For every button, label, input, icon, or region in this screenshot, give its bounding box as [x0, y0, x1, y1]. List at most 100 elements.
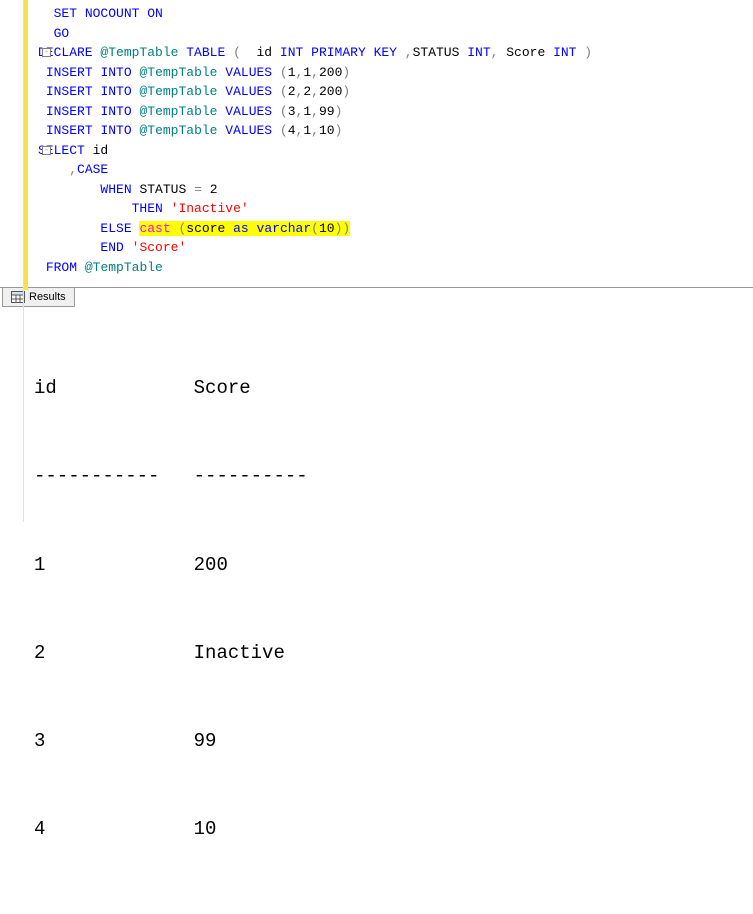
datatype: INT	[467, 45, 490, 60]
number: 2	[210, 182, 218, 197]
collapse-icon[interactable]: -	[42, 48, 51, 57]
results-row: 4 10	[34, 815, 733, 844]
datatype: varchar	[257, 221, 312, 236]
paren: )	[342, 84, 350, 99]
keyword: INSERT	[46, 65, 93, 80]
number: 1	[303, 104, 311, 119]
keyword: CASE	[77, 162, 108, 177]
keyword: ELSE	[100, 221, 131, 236]
number: 2	[288, 84, 296, 99]
paren: )	[335, 123, 343, 138]
code-line[interactable]: -DECLARE @TempTable TABLE ( id INT PRIMA…	[30, 43, 753, 63]
paren: (	[280, 104, 288, 119]
keyword: FROM	[46, 260, 77, 275]
number: 3	[288, 104, 296, 119]
results-panel: Results id Score ----------- ---------- …	[0, 287, 753, 914]
variable: @TempTable	[100, 45, 178, 60]
keyword: INTO	[100, 104, 131, 119]
variable: @TempTable	[85, 260, 163, 275]
variable: @TempTable	[139, 65, 217, 80]
keyword: VALUES	[225, 123, 272, 138]
editor-gutter	[0, 0, 24, 522]
keyword: INSERT	[46, 84, 93, 99]
number: 1	[303, 65, 311, 80]
separator: -----------	[34, 465, 159, 487]
keyword: THEN	[132, 201, 163, 216]
cell-score: 200	[194, 554, 228, 576]
cell-id: 2	[34, 642, 45, 664]
cell-id: 3	[34, 730, 45, 752]
variable: @TempTable	[139, 84, 217, 99]
code-line[interactable]: -SELECT id	[30, 141, 753, 161]
change-indicator	[24, 0, 28, 290]
results-tab-label: Results	[29, 291, 66, 303]
code-line[interactable]: WHEN STATUS = 2	[30, 180, 753, 200]
results-header: id Score	[34, 374, 733, 403]
comma: ,	[69, 162, 77, 177]
code-line[interactable]: INSERT INTO @TempTable VALUES (2,2,200)	[30, 82, 753, 102]
cell-score: 99	[194, 730, 217, 752]
results-row: 2 Inactive	[34, 639, 733, 668]
identifier: STATUS	[139, 182, 186, 197]
keyword: TABLE	[186, 45, 225, 60]
keyword: END	[100, 240, 123, 255]
keyword: as	[233, 221, 249, 236]
identifier: Score	[506, 45, 545, 60]
code-line[interactable]: INSERT INTO @TempTable VALUES (3,1,99)	[30, 102, 753, 122]
function: cast	[139, 221, 170, 236]
code-line[interactable]: INSERT INTO @TempTable VALUES (1,1,200)	[30, 63, 753, 83]
code-line[interactable]: GO	[30, 24, 753, 44]
collapse-icon[interactable]: -	[42, 146, 51, 155]
keyword: SET	[54, 6, 77, 21]
string: 'Inactive'	[171, 201, 249, 216]
keyword: GO	[54, 26, 70, 41]
results-output[interactable]: id Score ----------- ---------- 1 200 2 …	[0, 307, 753, 914]
number: 4	[288, 123, 296, 138]
code-line[interactable]: SET NOCOUNT ON	[30, 4, 753, 24]
keyword: NOCOUNT	[85, 6, 140, 21]
results-row: 3 99	[34, 727, 733, 756]
operator: =	[194, 182, 202, 197]
datatype: INT	[553, 45, 576, 60]
comma: ,	[311, 65, 319, 80]
variable: @TempTable	[139, 104, 217, 119]
datatype: INT	[280, 45, 303, 60]
identifier: STATUS	[413, 45, 460, 60]
col-header-score: Score	[194, 377, 251, 399]
separator: ----------	[194, 465, 308, 487]
paren: (	[233, 45, 241, 60]
code-line[interactable]: INSERT INTO @TempTable VALUES (4,1,10)	[30, 121, 753, 141]
cell-score: 10	[194, 818, 217, 840]
sql-editor[interactable]: SET NOCOUNT ON GO -DECLARE @TempTable TA…	[0, 0, 753, 287]
keyword: INTO	[100, 84, 131, 99]
code-line[interactable]: THEN 'Inactive'	[30, 199, 753, 219]
code-line[interactable]: ELSE cast (score as varchar(10))	[30, 219, 753, 239]
keyword: INTO	[100, 123, 131, 138]
paren: (	[280, 123, 288, 138]
col-header-id: id	[34, 377, 57, 399]
paren: )	[584, 45, 592, 60]
keyword: PRIMARY	[311, 45, 366, 60]
paren: ))	[335, 221, 351, 236]
cell-id: 1	[34, 554, 45, 576]
paren: (	[311, 221, 319, 236]
code-line[interactable]: ,CASE	[30, 160, 753, 180]
cell-id: 4	[34, 818, 45, 840]
cell-score: Inactive	[194, 642, 285, 664]
identifier: id	[257, 45, 273, 60]
keyword: WHEN	[100, 182, 131, 197]
comma: ,	[311, 84, 319, 99]
keyword: INSERT	[46, 104, 93, 119]
paren: )	[342, 65, 350, 80]
number: 200	[319, 84, 342, 99]
code-line[interactable]: END 'Score'	[30, 238, 753, 258]
results-separator: ----------- ----------	[34, 462, 733, 491]
keyword: VALUES	[225, 104, 272, 119]
paren: )	[335, 104, 343, 119]
comma: ,	[405, 45, 413, 60]
identifier: score	[186, 221, 225, 236]
keyword: INTO	[100, 65, 131, 80]
keyword: ON	[147, 6, 163, 21]
keyword: VALUES	[225, 84, 272, 99]
code-line[interactable]: FROM @TempTable	[30, 258, 753, 278]
